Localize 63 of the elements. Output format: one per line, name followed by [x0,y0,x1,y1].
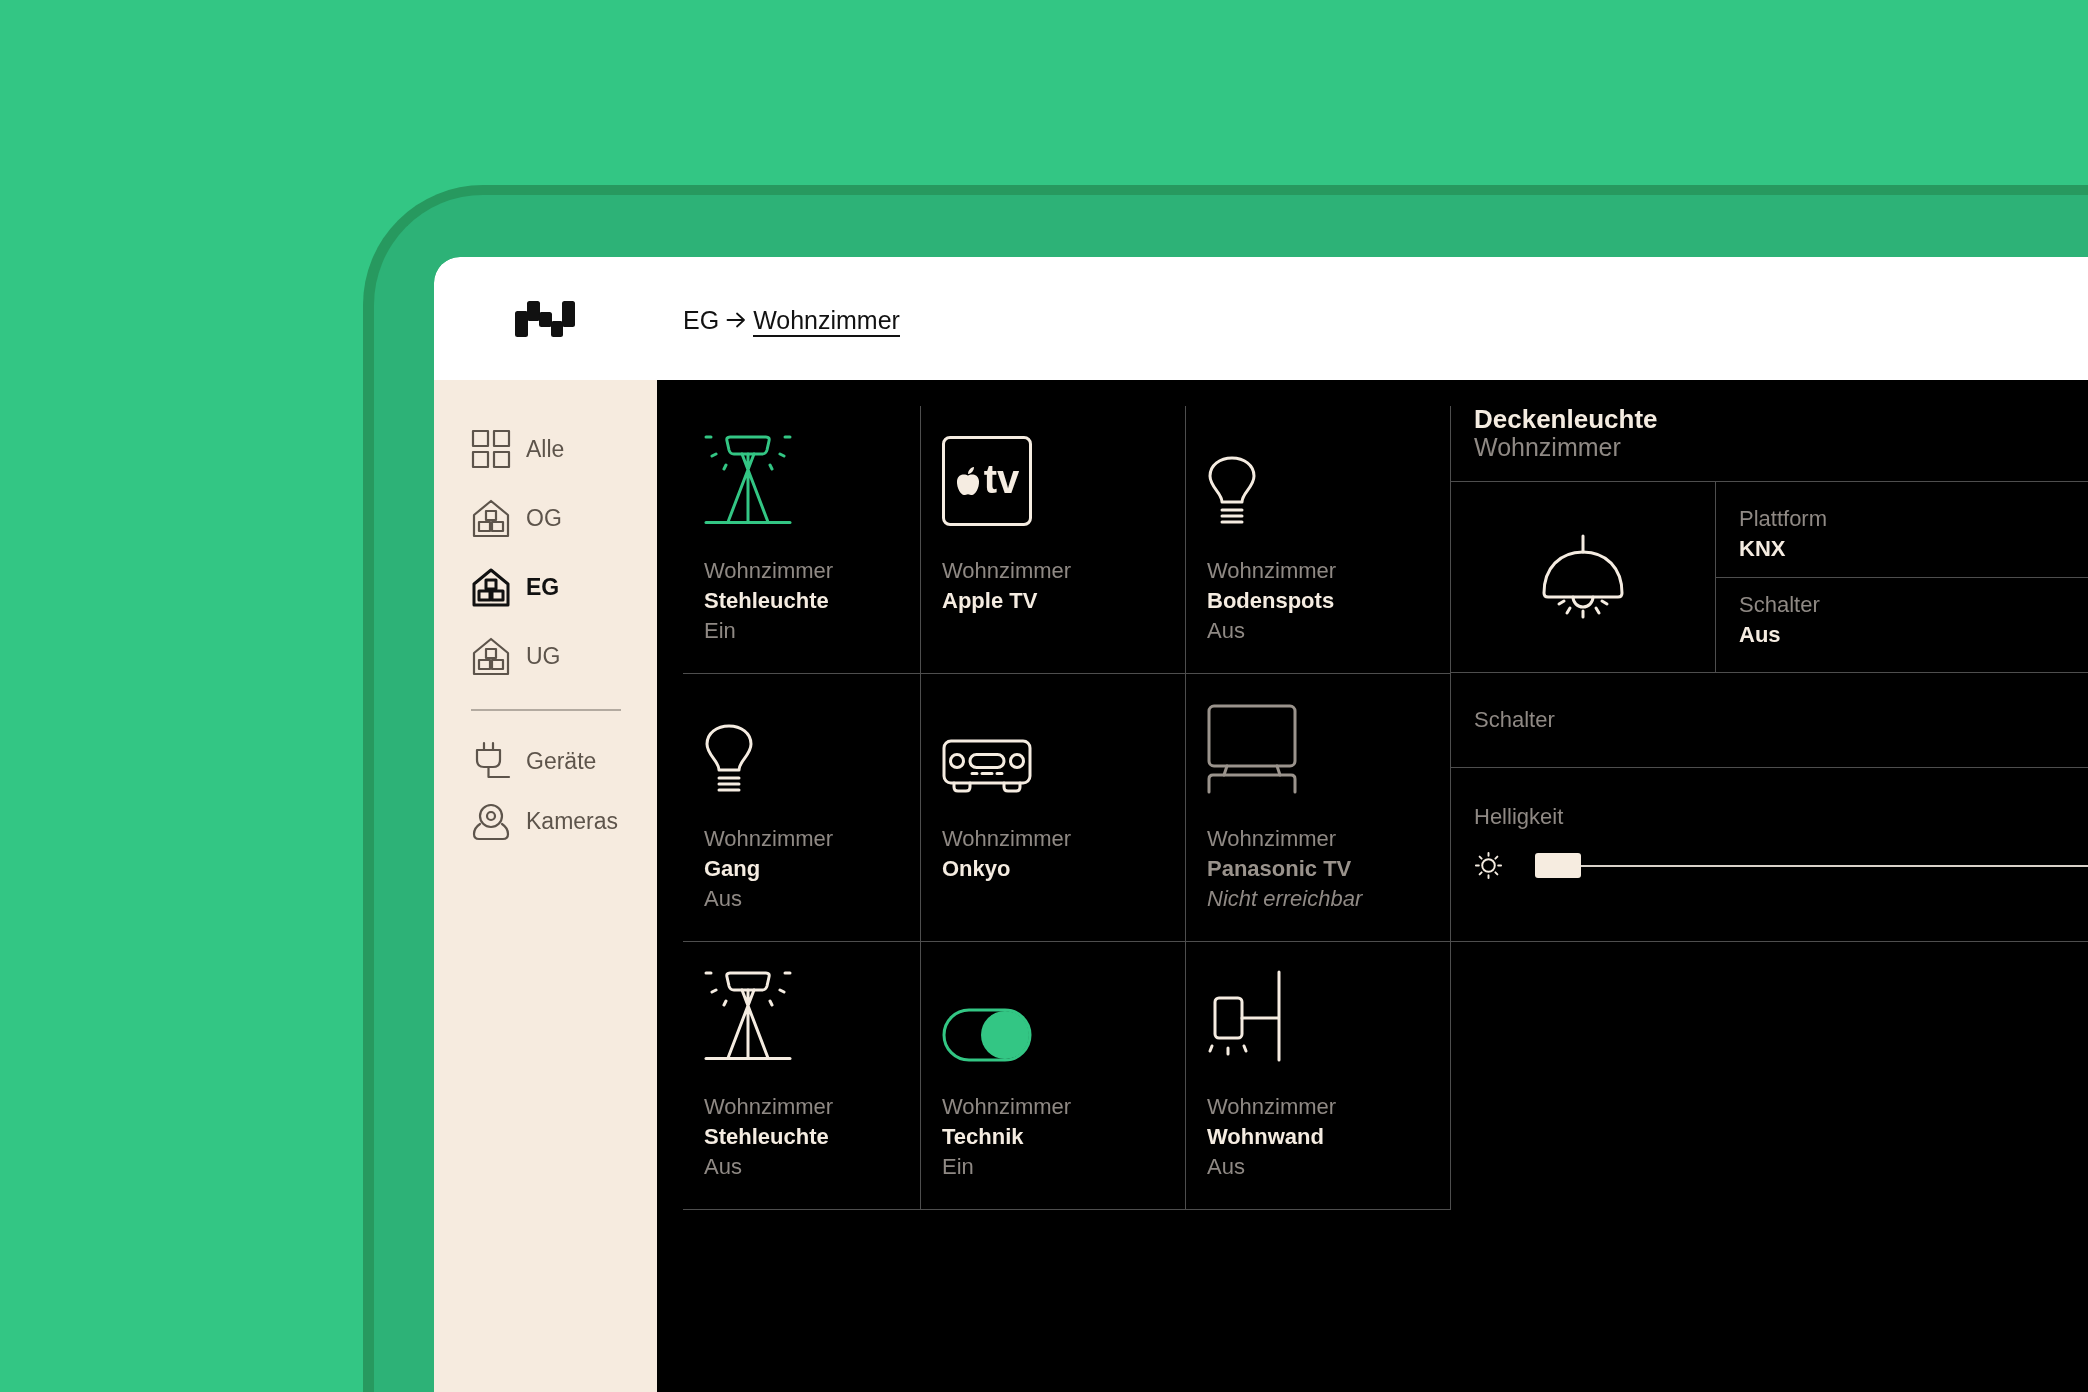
device-status: Aus [704,885,742,913]
device-name: Stehleuchte [704,587,829,615]
device-name: Bodenspots [1207,587,1335,615]
room-label: Wohnzimmer [704,1093,834,1121]
device-status: Aus [1207,617,1245,645]
device-tile[interactable]: Wohnzimmer Bodenspots Aus [1186,406,1451,674]
device-tile[interactable]: Wohnzimmer Stehleuchte Aus [683,942,921,1210]
device-status: Ein [704,617,736,645]
sun-icon [1474,851,1503,880]
amplifier-icon [942,739,1032,794]
nav-item[interactable]: UG [471,630,561,682]
room-label: Wohnzimmer [1207,1093,1337,1121]
device-name: Stehleuchte [704,1123,829,1151]
room-label: Wohnzimmer [942,557,1072,585]
device-tile[interactable]: Wohnzimmer Stehleuchte Ein [683,406,921,674]
device-status: Ein [942,1153,974,1181]
device-name: Technik [942,1123,1024,1151]
device-status: Aus [704,1153,742,1181]
nav-item[interactable]: Geräte [471,735,597,787]
breadcrumb-link[interactable]: EG [683,306,720,337]
device-name: Wohnwand [1207,1123,1324,1151]
device-tile[interactable]: Wohnzimmer Gang Aus [683,674,921,942]
property-value: Aus [1739,621,1781,649]
camera-icon [471,801,511,841]
slider-thumb[interactable] [1535,853,1581,878]
logo-text: tv [983,459,1020,499]
tv-icon [1207,704,1297,794]
house-icon [471,636,511,676]
house-icon [471,567,511,607]
switch-label: Schalter [1474,706,1555,734]
arrow-right-icon [726,311,747,328]
nav-item[interactable]: OG [471,492,562,544]
property-label: Schalter [1739,591,1820,619]
house-icon [471,498,511,538]
room-label: Wohnzimmer [704,825,834,853]
grid-icon [471,429,511,469]
device-name: Panasonic TV [1207,855,1352,883]
room-label: Wohnzimmer [704,557,834,585]
brightness-label: Helligkeit [1474,803,1564,831]
breadcrumb-link[interactable]: Wohnzimmer [753,306,900,337]
room-label: Wohnzimmer [1207,557,1337,585]
device-tile[interactable]: tv Wohnzimmer Apple TV [921,406,1186,674]
device-tile[interactable]: Wohnzimmer Wohnwand Aus [1186,942,1451,1210]
nav-item[interactable]: Kameras [471,795,619,847]
device-status: Nicht erreichbar [1207,885,1363,913]
device-tile[interactable]: Wohnzimmer Onkyo [921,674,1186,942]
detail-room: Wohnzimmer [1474,432,1621,462]
device-name: Gang [704,855,761,883]
property-value: KNX [1739,535,1786,563]
nav-item[interactable]: EG [471,561,560,613]
device-name: Apple TV [942,587,1038,615]
device-tile[interactable]: Wohnzimmer Panasonic TV Nicht erreichbar [1186,674,1451,942]
device-status: Aus [1207,1153,1245,1181]
apple-icon [954,466,981,496]
nav-item[interactable]: Alle [471,423,565,475]
logo [515,300,575,337]
device-name: Onkyo [942,855,1011,883]
room-label: Wohnzimmer [942,1093,1072,1121]
room-label: Wohnzimmer [942,825,1072,853]
device-tile[interactable]: Wohnzimmer Technik Ein [921,942,1186,1210]
property-label: Plattform [1739,505,1828,533]
room-label: Wohnzimmer [1207,825,1337,853]
detail-title: Deckenleuchte [1474,406,1658,432]
